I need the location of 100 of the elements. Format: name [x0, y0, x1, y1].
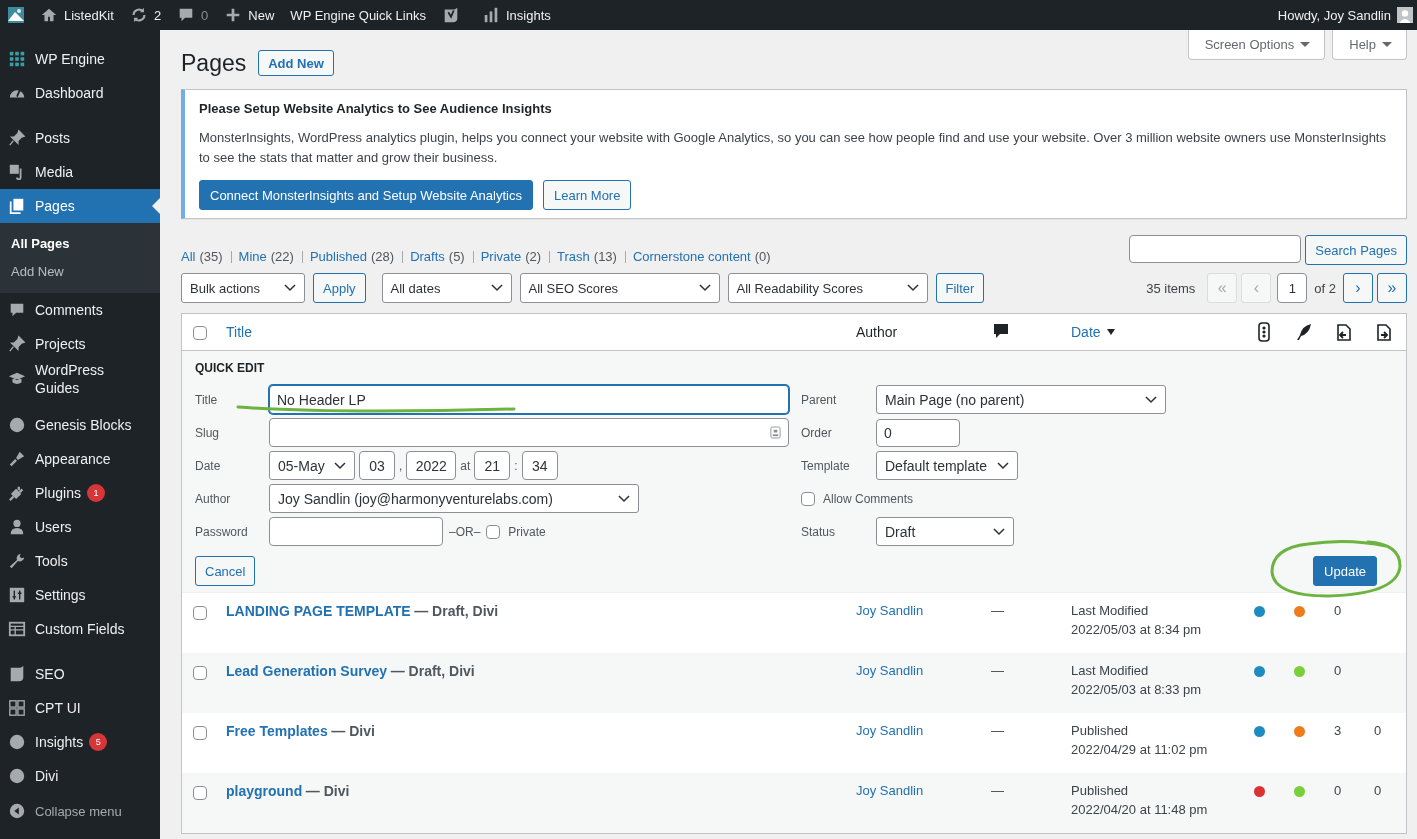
day-field[interactable]: 03 [359, 451, 395, 480]
sidebar-item[interactable]: Users [0, 510, 160, 544]
quick-links-link[interactable]: WP Engine Quick Links [290, 7, 426, 23]
site-link[interactable]: ListedKit [40, 6, 114, 24]
sidebar-item[interactable]: Pages [0, 189, 160, 223]
sidebar-item[interactable]: Media [0, 155, 160, 189]
sidebar-item[interactable]: Tools [0, 544, 160, 578]
row-checkbox[interactable] [193, 665, 207, 680]
comments-link[interactable]: 0 [177, 6, 209, 24]
row-checkbox[interactable] [193, 725, 207, 740]
account-link[interactable]: Howdy, Joy Sandlin [1277, 7, 1391, 23]
date-status: Last Modified [1071, 663, 1150, 678]
brush-icon [8, 450, 26, 468]
sidebar-item[interactable]: Appearance [0, 442, 160, 476]
sidebar-item[interactable]: Posts [0, 121, 160, 155]
filter-link[interactable]: All [181, 249, 196, 264]
search-field[interactable] [1129, 235, 1302, 263]
logo-icon[interactable] [6, 5, 26, 25]
sidebar-item[interactable]: WordPress Guides [0, 361, 160, 397]
submenu-item[interactable]: All Pages [0, 230, 70, 258]
author-link[interactable]: Joy Sandlin [856, 783, 924, 798]
sidebar-item[interactable]: CPT UI [0, 691, 160, 725]
filter-button[interactable]: Filter [935, 273, 985, 303]
sidebar-item[interactable]: Plugins 1 [0, 476, 160, 510]
field-label: Author [195, 491, 232, 506]
title-column-header[interactable]: Title [226, 324, 252, 340]
add-new-button[interactable]: Add New [258, 50, 334, 76]
sidebar-item[interactable]: SEO [0, 657, 160, 691]
submenu-item[interactable]: Add New [0, 258, 64, 286]
apply-button[interactable]: Apply [313, 273, 366, 303]
page-nav-button[interactable]: › [1343, 273, 1373, 303]
pin-icon [8, 129, 26, 147]
pin-icon [8, 335, 26, 353]
page-title-link[interactable]: playground [226, 783, 303, 799]
row-checkbox[interactable] [193, 785, 207, 800]
page-title-link[interactable]: LANDING PAGE TEMPLATE [226, 603, 411, 619]
screen-options-button[interactable]: Screen Options [1187, 30, 1326, 60]
author-link[interactable]: Joy Sandlin [856, 723, 924, 738]
help-button[interactable]: Help [1332, 30, 1407, 60]
date-column-header[interactable]: Date [1071, 324, 1101, 340]
sidebar-item[interactable]: Genesis Blocks [0, 408, 160, 442]
filter-link[interactable]: Cornerstone content [624, 250, 751, 263]
password-field[interactable] [269, 517, 443, 546]
post-state: — Draft, Divi [390, 663, 475, 679]
page-title-link[interactable]: Free Templates [226, 723, 328, 739]
field-label: Parent [801, 392, 838, 407]
allow-comments-checkbox[interactable] [801, 491, 815, 506]
private-checkbox[interactable] [486, 524, 501, 539]
insights-link[interactable]: Insights [481, 6, 551, 24]
collapse-menu-button[interactable]: Collapse menu [0, 802, 160, 820]
template-select[interactable]: Default template [876, 451, 1018, 480]
sidebar-item[interactable]: Custom Fields [0, 612, 160, 646]
row-checkbox[interactable] [193, 605, 207, 620]
avatar-icon[interactable] [1397, 7, 1413, 23]
filter-link[interactable]: Trash [549, 250, 590, 263]
sidebar-item[interactable]: Insights 5 [0, 725, 160, 759]
dates-select[interactable]: All dates [381, 273, 512, 303]
author-select[interactable]: Joy Sandlin (joy@harmonyventurelabs.com) [269, 484, 639, 513]
person-icon [8, 518, 26, 536]
sidebar-item[interactable]: Settings [0, 578, 160, 612]
select-all-checkbox[interactable] [193, 326, 207, 341]
title-field[interactable]: No Header LP [269, 385, 789, 414]
hour-field[interactable]: 21 [474, 451, 511, 480]
link-count: 0 [1334, 603, 1342, 618]
chevron-icon [284, 284, 296, 292]
grid-icon [8, 50, 26, 68]
comment-count: — [990, 783, 1005, 798]
page-nav-button[interactable]: » [1377, 273, 1407, 303]
update-button[interactable]: Update [1313, 556, 1377, 586]
filter-link[interactable]: Drafts [402, 250, 445, 263]
month-select[interactable]: 05-May [269, 451, 355, 480]
sidebar-item[interactable]: WP Engine [0, 42, 160, 76]
parent-select[interactable]: Main Page (no parent) [876, 385, 1166, 414]
filter-link[interactable]: Private [472, 250, 522, 263]
author-link[interactable]: Joy Sandlin [856, 663, 924, 678]
sidebar-item[interactable]: Comments [0, 293, 160, 327]
chevron-icon [698, 284, 711, 292]
learn-more-button[interactable]: Learn More [542, 180, 632, 210]
minute-field[interactable]: 34 [521, 451, 558, 480]
slug-field[interactable] [269, 418, 789, 447]
updates-link[interactable]: 2 [129, 6, 162, 24]
new-link[interactable]: New [224, 6, 275, 24]
order-field[interactable]: 0 [876, 418, 960, 447]
status-select[interactable]: Draft [876, 517, 1014, 546]
connect-button[interactable]: Connect MonsterInsights and Setup Website Analytics [199, 180, 533, 210]
filter-link[interactable]: Mine [230, 250, 267, 263]
seo-scores-select[interactable]: All SEO Scores [519, 273, 720, 303]
readability-scores-select[interactable]: All Readability Scores [727, 273, 928, 303]
sidebar-item[interactable]: Dashboard [0, 76, 160, 110]
author-link[interactable]: Joy Sandlin [856, 603, 924, 618]
cancel-button[interactable]: Cancel [195, 556, 256, 586]
current-page-field[interactable]: 1 [1277, 273, 1308, 303]
filter-link[interactable]: Published [301, 250, 367, 263]
year-field[interactable]: 2022 [406, 451, 457, 480]
bulk-actions-select[interactable]: Bulk actions [181, 273, 305, 303]
sidebar-item[interactable]: Projects [0, 327, 160, 361]
page-title-link[interactable]: Lead Generation Survey [226, 663, 388, 679]
search-button[interactable]: Search Pages [1305, 235, 1407, 265]
sidebar-item[interactable]: Divi [0, 759, 160, 793]
filter-count: (13) [593, 249, 617, 264]
